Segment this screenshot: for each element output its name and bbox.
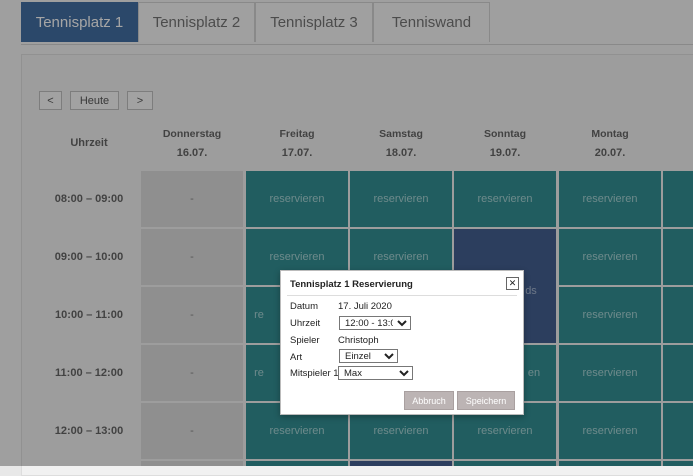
dialog-divider (287, 295, 517, 296)
player-label: Spieler (290, 335, 320, 346)
cancel-button[interactable]: Abbruch (404, 391, 454, 410)
dialog-title: Tennisplatz 1 Reservierung (290, 279, 413, 290)
date-value: 17. Juli 2020 (338, 301, 392, 312)
reservation-app: Tennisplatz 1 Tennisplatz 2 Tennisplatz … (0, 0, 693, 476)
date-label: Datum (290, 301, 318, 312)
player-value: Christoph (338, 335, 379, 346)
save-button[interactable]: Speichern (457, 391, 515, 410)
close-icon[interactable]: ✕ (506, 277, 519, 290)
reservation-dialog: Tennisplatz 1 Reservierung ✕ Datum 17. J… (280, 270, 524, 415)
time-select[interactable]: 12:00 - 13:00 (339, 316, 411, 330)
partner-label: Mitspieler 1 (290, 368, 339, 379)
type-label: Art (290, 352, 303, 363)
partner-select[interactable]: Max (338, 366, 413, 380)
type-select[interactable]: Einzel (339, 349, 398, 363)
time-label: Uhrzeit (290, 318, 321, 329)
